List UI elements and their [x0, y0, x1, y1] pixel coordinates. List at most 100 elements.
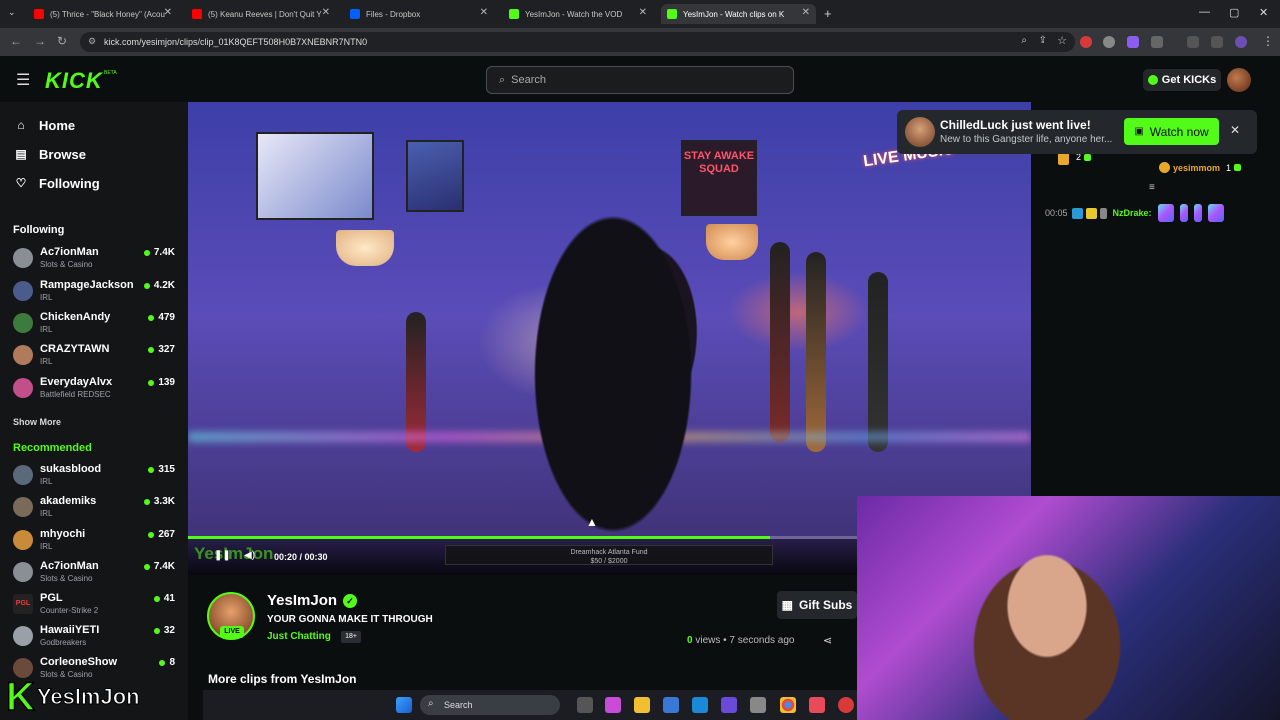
- back-icon[interactable]: ←: [10, 34, 22, 48]
- nav-browse[interactable]: ▤ Browse: [14, 143, 86, 165]
- browser-tab-4[interactable]: YesImJon - Watch the VOD ✕: [503, 4, 653, 24]
- chat-emote: [1207, 204, 1224, 222]
- zoom-icon[interactable]: ⌕: [1021, 35, 1027, 46]
- channel-item[interactable]: mhyochi IRL 267: [13, 528, 175, 558]
- user-avatar[interactable]: [1227, 68, 1251, 92]
- live-dot-icon: [143, 282, 150, 289]
- extension-icon[interactable]: [1080, 36, 1092, 48]
- channel-item[interactable]: HawaiiYETI Godbreakers 32: [13, 624, 175, 654]
- channel-name: HawaiiYETI: [40, 624, 100, 636]
- channel-avatar: [13, 465, 33, 485]
- browser-tab-5-active[interactable]: YesImJon - Watch clips on K ✕: [661, 4, 816, 24]
- badge-count: 1: [1226, 162, 1232, 173]
- close-icon[interactable]: ✕: [802, 7, 810, 18]
- maximize-icon[interactable]: ▢: [1229, 6, 1239, 19]
- extensions-puzzle-icon[interactable]: [1151, 36, 1163, 48]
- tab-search-icon[interactable]: [1211, 36, 1223, 48]
- show-more-link[interactable]: Show More: [13, 417, 61, 427]
- viewer-count-value: 8: [169, 657, 175, 668]
- copilot-icon[interactable]: [605, 697, 621, 713]
- windows-start-icon[interactable]: [396, 697, 412, 713]
- nav-home[interactable]: ⌂ Home: [14, 114, 75, 136]
- live-dot-icon: [148, 531, 155, 538]
- channel-category: IRL: [40, 509, 53, 518]
- get-kicks-button[interactable]: Get KICKs: [1143, 69, 1221, 91]
- chat-emote: [1193, 204, 1202, 222]
- task-view-icon[interactable]: [577, 697, 593, 713]
- volume-icon[interactable]: ◀): [244, 550, 255, 561]
- browser-tab-3[interactable]: Files - Dropbox ✕: [344, 4, 494, 24]
- mail-icon[interactable]: [692, 697, 708, 713]
- following-section-title: Following: [13, 224, 65, 236]
- chat-scroll-icon[interactable]: ≡: [1149, 182, 1155, 193]
- bookmark-star-icon[interactable]: ☆: [1057, 34, 1067, 47]
- download-icon[interactable]: [1187, 36, 1199, 48]
- extension-icon[interactable]: [1103, 36, 1115, 48]
- minimize-icon[interactable]: —: [1199, 6, 1210, 18]
- channel-name: akademiks: [40, 495, 97, 507]
- kicks-coin-icon: [1147, 75, 1158, 85]
- menu-dots-icon[interactable]: ⋮: [1262, 34, 1274, 48]
- channel-item[interactable]: RampageJackson IRL 4.2K: [13, 279, 175, 309]
- share-icon[interactable]: ⋖: [823, 634, 832, 647]
- gift-subs-button[interactable]: ▦ Gift Subs: [777, 591, 857, 619]
- channel-item[interactable]: sukasblood IRL 315: [13, 463, 175, 493]
- stream-category-link[interactable]: Just Chatting: [267, 631, 331, 642]
- streamer-name[interactable]: YesImJon ✓: [267, 592, 358, 609]
- viewer-count-value: 479: [158, 312, 175, 323]
- taskbar-search[interactable]: ⌕ Search: [420, 695, 560, 715]
- chat-username[interactable]: yesimmom: [1173, 163, 1220, 173]
- channel-item[interactable]: PGL PGL Counter-Strike 2 41: [13, 592, 175, 622]
- live-dot-icon: [148, 314, 155, 321]
- live-dot-icon: [148, 379, 155, 386]
- obs-icon[interactable]: [838, 697, 854, 713]
- channel-item[interactable]: CRAZYTAWN IRL 327: [13, 343, 175, 373]
- app-icon[interactable]: [721, 697, 737, 713]
- app-icon[interactable]: [750, 697, 766, 713]
- channel-item[interactable]: ChickenAndy IRL 479: [13, 311, 175, 341]
- channel-item[interactable]: EverydayAlvx Battlefield REDSEC 139: [13, 376, 175, 406]
- chat-username[interactable]: NzDrake:: [1113, 208, 1152, 218]
- store-icon[interactable]: [663, 697, 679, 713]
- chat-badge-icon: [1085, 207, 1097, 219]
- channel-item[interactable]: akademiks IRL 3.3K: [13, 495, 175, 525]
- viewer-count-value: 4.2K: [153, 280, 175, 291]
- close-icon[interactable]: ✕: [1230, 123, 1240, 137]
- viewer-count: 7.4K: [143, 247, 175, 258]
- app-icon[interactable]: [809, 697, 825, 713]
- forward-icon[interactable]: →: [34, 34, 46, 48]
- channel-avatar: [13, 248, 33, 268]
- channel-avatar: [13, 497, 33, 517]
- channel-name: CRAZYTAWN: [40, 343, 110, 355]
- nav-following[interactable]: ♡ Following: [14, 172, 100, 194]
- channel-item[interactable]: Ac7ionMan Slots & Casino 7.4K: [13, 560, 175, 590]
- share-page-icon[interactable]: ⇪: [1039, 35, 1047, 46]
- close-icon[interactable]: ✕: [322, 7, 330, 18]
- window-close-icon[interactable]: ✕: [1259, 6, 1268, 19]
- chrome-icon[interactable]: [780, 697, 796, 713]
- site-info-icon[interactable]: ⚙: [88, 36, 96, 47]
- reload-icon[interactable]: ↻: [57, 34, 67, 48]
- search-input[interactable]: ⌕ Search: [486, 66, 794, 94]
- clip-views: 0 views • 7 seconds ago: [687, 635, 794, 646]
- close-icon[interactable]: ✕: [480, 7, 488, 18]
- kick-logo[interactable]: KICK: [45, 68, 103, 94]
- live-dot-icon: [148, 346, 155, 353]
- file-explorer-icon[interactable]: [634, 697, 650, 713]
- tab-search-icon[interactable]: ⌄: [8, 7, 16, 18]
- close-icon[interactable]: ✕: [639, 7, 647, 18]
- close-icon[interactable]: ✕: [164, 7, 172, 18]
- browser-tab-2[interactable]: (5) Keanu Reeves | Don't Quit Y ✕: [186, 4, 336, 24]
- profile-icon[interactable]: [1235, 36, 1247, 48]
- new-tab-icon[interactable]: +: [824, 6, 832, 21]
- url-text: kick.com/yesimjon/clips/clip_01K8QEFT508…: [104, 37, 368, 47]
- watch-now-button[interactable]: ▣ Watch now: [1124, 118, 1219, 145]
- url-field[interactable]: ⚙ kick.com/yesimjon/clips/clip_01K8QEFT5…: [80, 32, 1075, 52]
- hamburger-menu-icon[interactable]: ☰: [16, 70, 30, 90]
- channel-item[interactable]: Ac7ionMan Slots & Casino 7.4K: [13, 246, 175, 276]
- notification-subtitle: New to this Gangster life, anyone her...: [940, 134, 1113, 145]
- sub-badge-icon: [1084, 153, 1092, 161]
- extension-icon[interactable]: [1127, 36, 1139, 48]
- pause-icon[interactable]: ❚❚: [214, 550, 231, 561]
- browser-tab-1[interactable]: (5) Thrice - "Black Honey" (Acou ✕: [28, 4, 178, 24]
